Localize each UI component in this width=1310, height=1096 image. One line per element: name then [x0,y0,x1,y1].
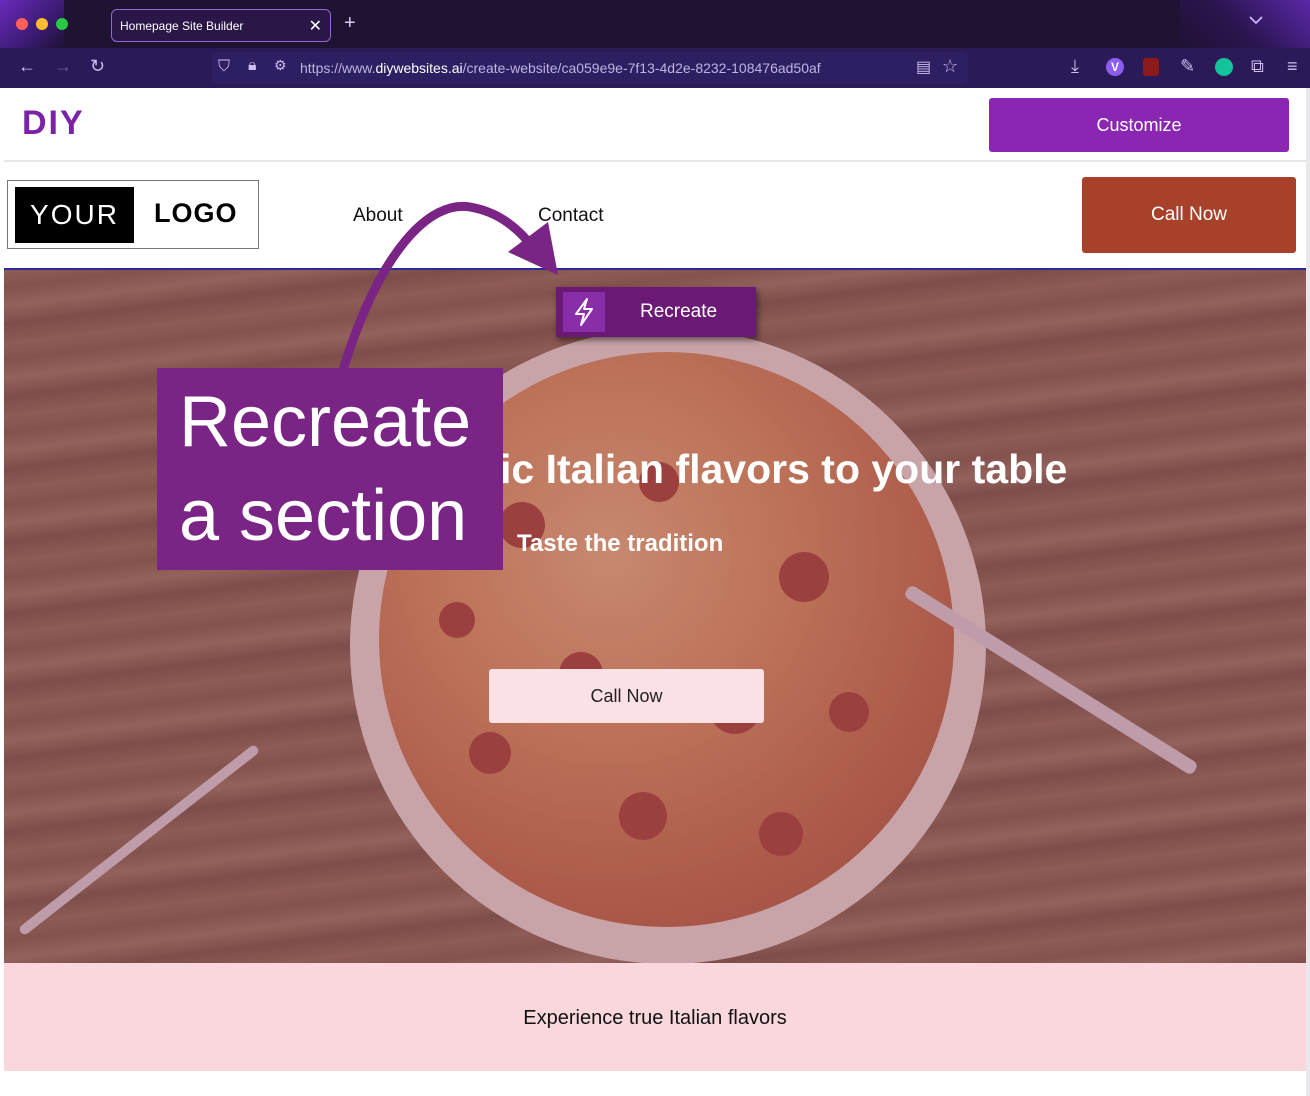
eyedropper-icon[interactable]: ✎ [1180,56,1195,77]
annotation-callout: Recreate a section [157,368,503,570]
close-window-button[interactable] [16,18,28,30]
hero-call-now-button[interactable]: Call Now [489,669,764,723]
recreate-section-button[interactable]: Recreate [556,287,756,337]
url-text[interactable]: https://www.diywebsites.ai/create-websit… [300,60,821,76]
nav-link-contact[interactable]: Contact [538,205,603,227]
hero-tagline: Taste the tradition [517,530,724,557]
lock-icon: 🔒︎ [248,57,257,74]
callout-line-1: Recreate [179,382,472,462]
callout-line-2: a section [179,476,468,556]
recreate-button-label: Recreate [640,301,718,322]
site-logo[interactable]: YOUR LOGO [7,180,259,249]
customize-button[interactable]: Customize [989,98,1289,152]
header-call-now-button[interactable]: Call Now [1082,177,1296,253]
forward-icon[interactable]: → [54,56,72,77]
new-tab-button[interactable]: + [344,12,356,35]
grammarly-icon[interactable] [1215,58,1233,76]
nav-link-about[interactable]: About [353,205,403,227]
features-section-text: Experience true Italian flavors [523,1007,787,1029]
menu-icon[interactable]: ≡ [1287,56,1298,77]
download-icon[interactable]: ⤓ [1071,56,1079,77]
logo-logo-text: LOGO [154,198,238,228]
minimize-window-button[interactable] [36,18,48,30]
zoom-window-button[interactable] [56,18,68,30]
tab-list-chevron-icon[interactable] [1248,13,1264,31]
hero-headline: ic Italian flavors to your table [500,446,1068,492]
scrollbar-track[interactable] [1306,88,1310,1096]
extension-v-icon[interactable]: V [1106,58,1124,76]
tab-close-icon[interactable]: ✕ [309,16,322,36]
reader-mode-icon[interactable]: ▤ [916,57,931,77]
tab-title: Homepage Site Builder [120,19,244,33]
permissions-icon[interactable]: ⚙ [274,57,287,74]
back-icon[interactable]: ← [18,56,36,77]
extensions-puzzle-icon[interactable]: ⧉ [1251,56,1264,77]
bookmark-star-icon[interactable]: ☆ [942,56,958,77]
ublock-shield-icon[interactable] [1143,58,1159,76]
logo-your-text: YOUR [15,187,134,243]
lightning-icon [563,292,605,332]
diy-logo[interactable]: DIY [22,104,85,143]
url-domain: diywebsites.ai [375,60,463,76]
browser-tab[interactable]: Homepage Site Builder ✕ [111,9,331,42]
reload-icon[interactable]: ↻ [90,56,105,77]
next-section [4,1071,1306,1096]
shield-icon: ⛉ [218,58,231,75]
